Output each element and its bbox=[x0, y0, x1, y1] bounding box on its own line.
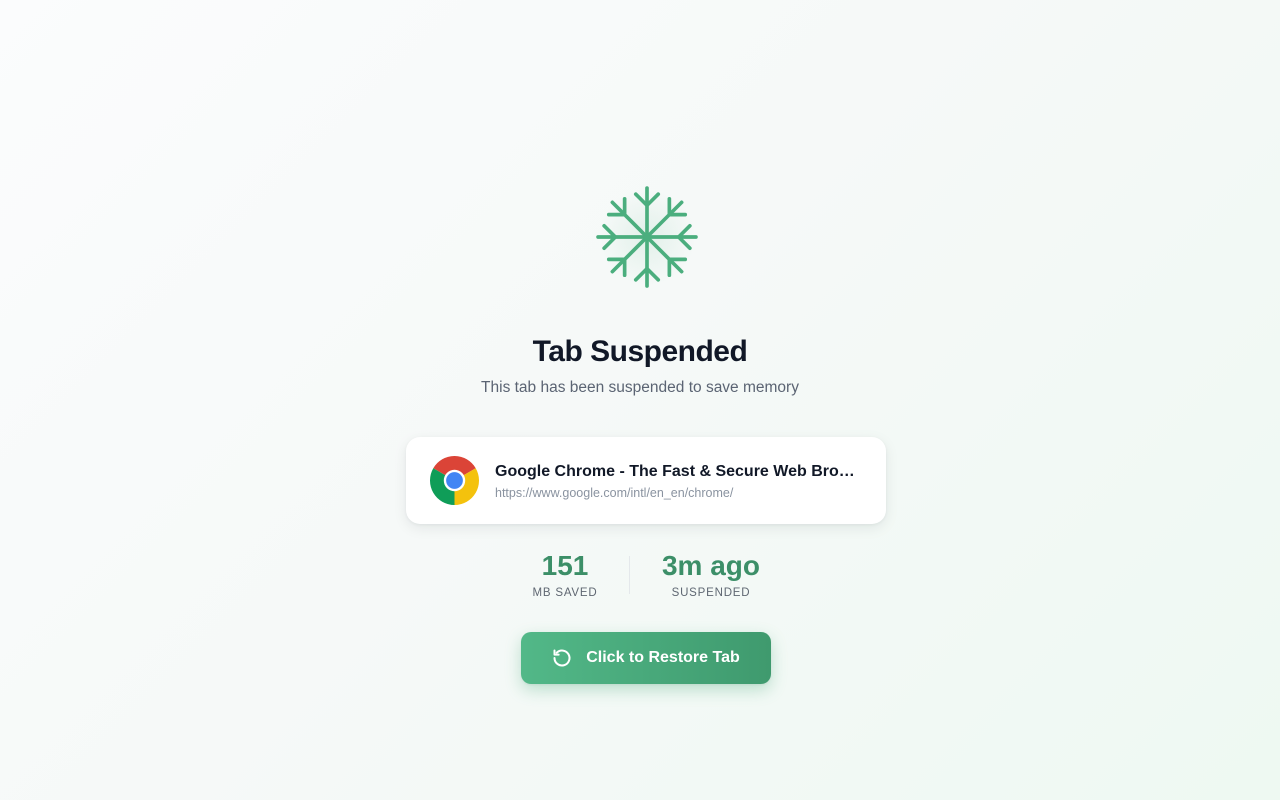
suspension-stats: 151 MB SAVED 3m ago SUSPENDED bbox=[0, 548, 1280, 608]
suspended-tab-card: Google Chrome - The Fast & Secure Web Br… bbox=[406, 437, 886, 524]
memory-saved-stat: 151 MB SAVED bbox=[485, 548, 645, 601]
tab-title: Google Chrome - The Fast & Secure Web Br… bbox=[495, 463, 865, 480]
memory-saved-value: 151 bbox=[541, 550, 589, 581]
page-subtitle: This tab has been suspended to save memo… bbox=[481, 379, 799, 396]
suspended-time-label: SUSPENDED bbox=[671, 587, 751, 599]
restore-tab-label: Click to Restore Tab bbox=[586, 649, 740, 666]
restore-tab-button[interactable]: Click to Restore Tab bbox=[521, 632, 771, 684]
snowflake-icon bbox=[596, 186, 698, 288]
stats-divider bbox=[629, 556, 630, 594]
memory-saved-label: MB SAVED bbox=[532, 587, 598, 599]
restore-icon bbox=[552, 648, 572, 668]
chrome-logo-icon bbox=[430, 456, 479, 505]
suspended-time-value: 3m ago bbox=[661, 550, 761, 581]
suspended-time-stat: 3m ago SUSPENDED bbox=[631, 548, 791, 601]
page-title: Tab Suspended bbox=[532, 335, 748, 368]
tab-url: https://www.google.com/intl/en_en/chrome… bbox=[495, 486, 734, 500]
suspended-page: Tab Suspended This tab has been suspende… bbox=[0, 0, 1280, 800]
